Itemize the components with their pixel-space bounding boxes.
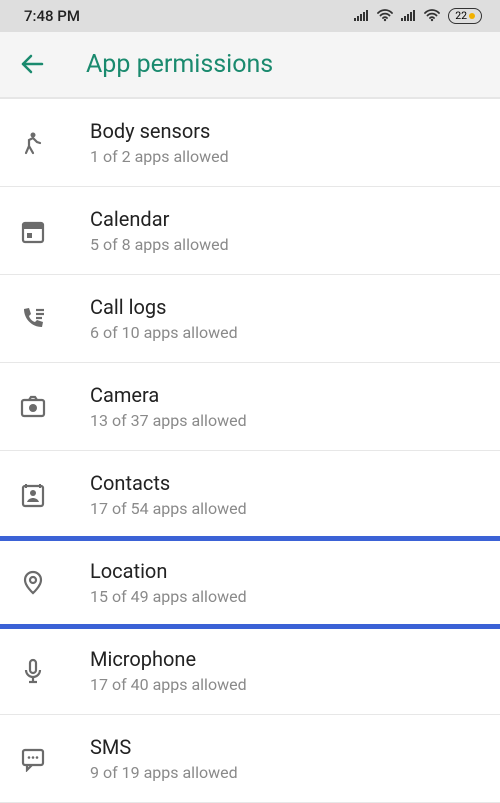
- permission-title: Microphone: [90, 647, 247, 671]
- permission-title: Location: [90, 559, 247, 583]
- header: App permissions: [0, 32, 500, 99]
- contacts-icon: [20, 482, 72, 508]
- camera-icon: [20, 394, 72, 420]
- app-permissions-screen: 7:48 PM 22 App permissions Body sensors 1…: [0, 0, 500, 803]
- signal-icon: [354, 9, 369, 22]
- permission-text: SMS 9 of 19 apps allowed: [90, 735, 238, 782]
- permission-subtitle: 1 of 2 apps allowed: [90, 147, 229, 166]
- permission-subtitle: 15 of 49 apps allowed: [90, 587, 247, 606]
- permission-title: Body sensors: [90, 119, 229, 143]
- wifi-icon: [377, 9, 393, 22]
- battery-percent: 22: [455, 8, 467, 23]
- permission-title: Contacts: [90, 471, 247, 495]
- battery-indicator: 22: [448, 8, 482, 24]
- permission-row-sms[interactable]: SMS 9 of 19 apps allowed: [0, 715, 500, 803]
- permission-title: Call logs: [90, 295, 238, 319]
- permission-title: SMS: [90, 735, 238, 759]
- status-bar: 7:48 PM 22: [0, 0, 500, 32]
- battery-dot-icon: [469, 13, 475, 19]
- calendar-icon: [20, 218, 72, 244]
- permission-row-call-logs[interactable]: Call logs 6 of 10 apps allowed: [0, 275, 500, 363]
- microphone-icon: [20, 658, 72, 684]
- sms-icon: [20, 746, 72, 772]
- permission-title: Calendar: [90, 207, 229, 231]
- permission-subtitle: 17 of 40 apps allowed: [90, 675, 247, 694]
- permission-row-body-sensors[interactable]: Body sensors 1 of 2 apps allowed: [0, 99, 500, 187]
- wifi-icon: [424, 9, 440, 22]
- permissions-list: Body sensors 1 of 2 apps allowed Calendar 5…: [0, 99, 500, 803]
- permission-subtitle: 9 of 19 apps allowed: [90, 763, 238, 782]
- permission-subtitle: 13 of 37 apps allowed: [90, 411, 247, 430]
- permission-subtitle: 17 of 54 apps allowed: [90, 499, 247, 518]
- permission-row-calendar[interactable]: Calendar 5 of 8 apps allowed: [0, 187, 500, 275]
- permission-title: Camera: [90, 383, 247, 407]
- permission-row-location[interactable]: Location 15 of 49 apps allowed: [0, 539, 500, 627]
- back-arrow-icon: [20, 52, 46, 76]
- call-logs-icon: [20, 306, 72, 332]
- permission-text: Location 15 of 49 apps allowed: [90, 559, 247, 606]
- back-button[interactable]: [20, 40, 68, 88]
- status-right: 22: [354, 8, 482, 24]
- permission-subtitle: 5 of 8 apps allowed: [90, 235, 229, 254]
- permission-text: Body sensors 1 of 2 apps allowed: [90, 119, 229, 166]
- page-title: App permissions: [86, 50, 273, 79]
- status-time: 7:48 PM: [24, 7, 80, 25]
- permission-text: Microphone 17 of 40 apps allowed: [90, 647, 247, 694]
- permission-text: Contacts 17 of 54 apps allowed: [90, 471, 247, 518]
- permission-text: Calendar 5 of 8 apps allowed: [90, 207, 229, 254]
- body-sensors-icon: [20, 130, 72, 156]
- permission-text: Call logs 6 of 10 apps allowed: [90, 295, 238, 342]
- signal-icon: [401, 9, 416, 22]
- permission-row-microphone[interactable]: Microphone 17 of 40 apps allowed: [0, 627, 500, 715]
- permission-text: Camera 13 of 37 apps allowed: [90, 383, 247, 430]
- location-icon: [20, 570, 72, 596]
- permission-row-camera[interactable]: Camera 13 of 37 apps allowed: [0, 363, 500, 451]
- permission-row-contacts[interactable]: Contacts 17 of 54 apps allowed: [0, 451, 500, 539]
- permission-subtitle: 6 of 10 apps allowed: [90, 323, 238, 342]
